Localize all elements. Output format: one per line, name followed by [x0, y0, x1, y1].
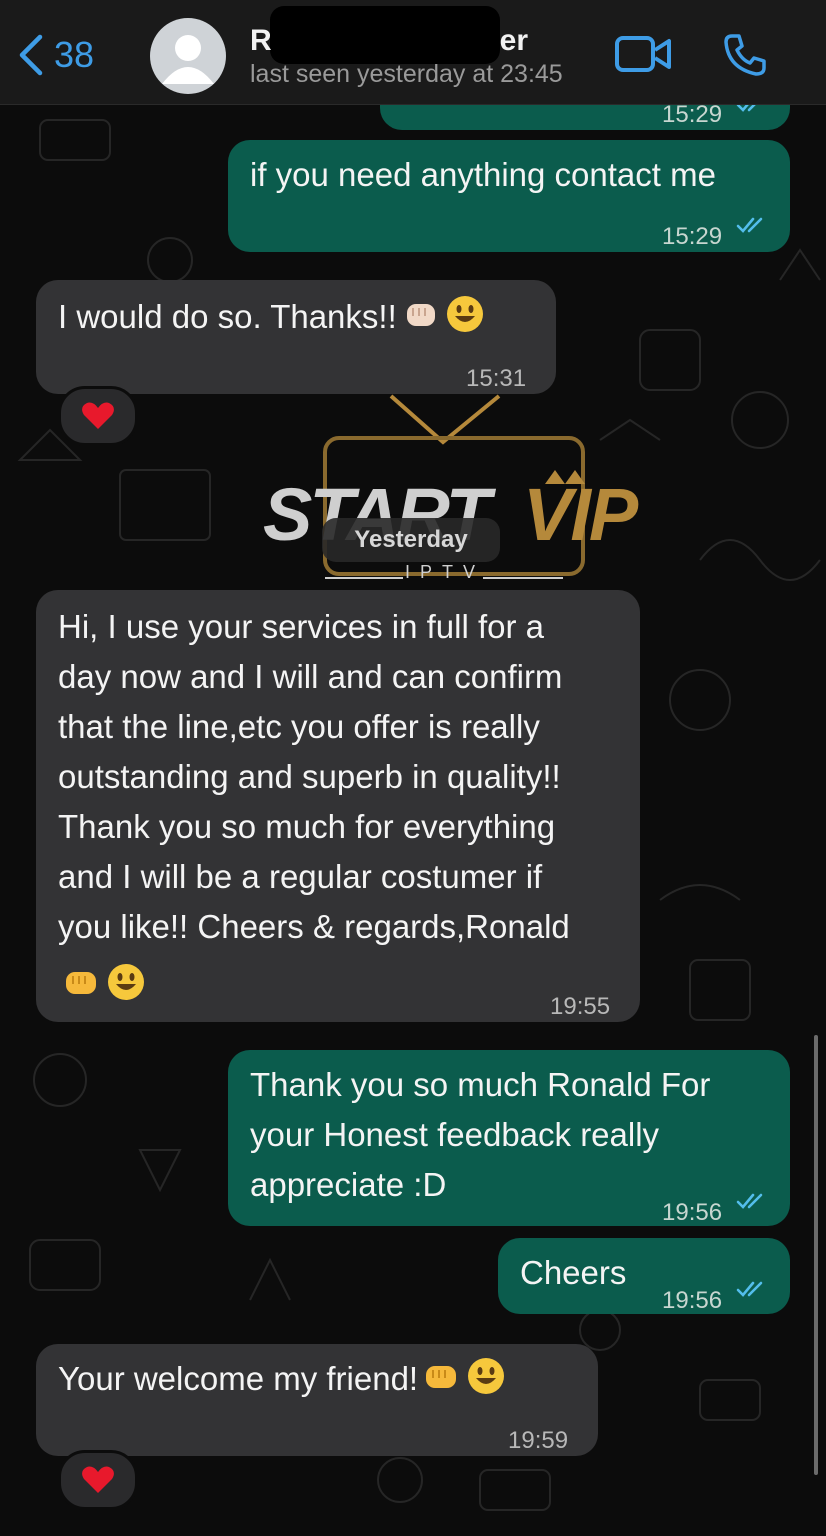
- date-separator: Yesterday: [322, 518, 500, 562]
- message-time: 15:31: [466, 365, 527, 392]
- message-bubble-incoming[interactable]: Your welcome my friend! 19:59: [36, 1344, 598, 1456]
- message-bubble-outgoing[interactable]: Thank you so much Ronald For your Honest…: [228, 1050, 790, 1226]
- voice-call-button[interactable]: [722, 32, 768, 83]
- grinning-face-icon: [108, 964, 144, 1000]
- chevron-left-icon: [19, 34, 43, 76]
- fist-bump-icon: [406, 304, 435, 326]
- message-time: 19:55: [550, 993, 611, 1020]
- message-text: Cheers: [520, 1254, 627, 1291]
- person-icon: [162, 35, 214, 84]
- message-text-row: I would do so. Thanks!!: [58, 292, 485, 342]
- heart-icon: [82, 402, 114, 429]
- contact-name-start: R: [250, 24, 272, 57]
- message-text: I would do so. Thanks!!: [58, 298, 397, 335]
- read-ticks-icon: [736, 217, 763, 233]
- fist-bump-icon: [426, 1366, 457, 1388]
- message-time: 15:29: [662, 223, 723, 250]
- message-text: Hi, I use your services in full for a da…: [58, 608, 570, 945]
- message-time: 19:56: [662, 1287, 723, 1314]
- grinning-face-icon: [468, 1358, 505, 1394]
- message-text: Thank you so much Ronald For your Honest…: [250, 1066, 711, 1203]
- header-content: 38 Rer last seen yesterday at 23:45: [0, 0, 826, 104]
- contact-name-end: er: [499, 24, 529, 57]
- message-bubble-incoming[interactable]: Hi, I use your services in full for a da…: [36, 590, 640, 1022]
- heart-reaction[interactable]: [58, 1450, 138, 1510]
- heart-icon: [82, 1466, 114, 1493]
- unread-count: 38: [54, 34, 95, 75]
- message-text-row: Your welcome my friend!: [58, 1354, 506, 1404]
- message-bubble-outgoing[interactable]: if you need anything contact me 15:29: [228, 140, 790, 252]
- message-bubble-incoming[interactable]: I would do so. Thanks!! 15:31: [36, 280, 556, 394]
- video-camera-icon: [615, 36, 671, 72]
- contact-name[interactable]: Rer: [250, 24, 528, 58]
- read-ticks-icon: [736, 1281, 763, 1297]
- grinning-face-icon: [446, 296, 483, 332]
- heart-reaction[interactable]: [58, 386, 138, 446]
- avatar[interactable]: [150, 18, 226, 94]
- message-bubble-outgoing[interactable]: Cheers 19:56: [498, 1238, 790, 1314]
- message-time: 19:59: [508, 1427, 569, 1454]
- video-call-button[interactable]: [614, 34, 672, 79]
- message-text: Your welcome my friend!: [58, 1360, 419, 1397]
- scrollbar[interactable]: [814, 1035, 818, 1475]
- emoji-row: [58, 960, 146, 1010]
- fist-bump-icon: [66, 972, 96, 994]
- last-seen-status: last seen yesterday at 23:45: [250, 60, 563, 88]
- phone-icon: [724, 34, 766, 76]
- message-time: 19:56: [662, 1199, 723, 1226]
- message-text: if you need anything contact me: [250, 156, 716, 193]
- read-ticks-icon: [736, 1193, 763, 1209]
- back-button[interactable]: 38: [18, 30, 94, 80]
